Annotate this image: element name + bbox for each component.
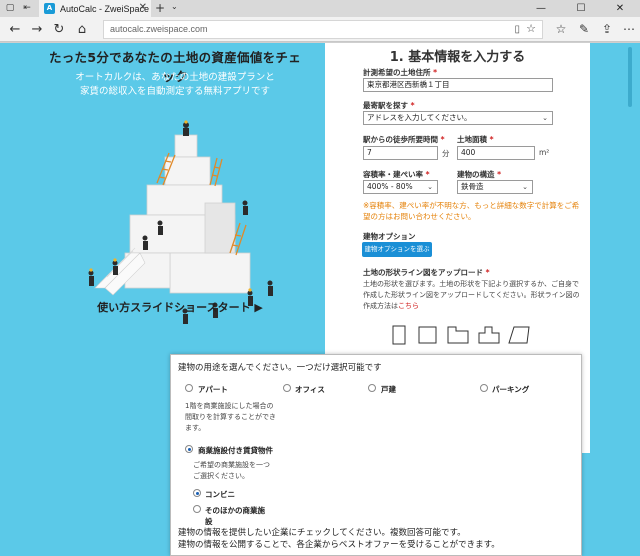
chevron-down-icon: ⌄ — [542, 114, 548, 122]
option-label: 建物オプション — [363, 232, 416, 241]
ratio-select[interactable]: 400% - 80% ⌄ — [363, 180, 438, 194]
window-close-button[interactable]: ✕ — [600, 0, 640, 17]
building-usage-popup: 建物の用途を選んでください。一つだけ選択可能です アパート オフィス 戸建 パー… — [170, 354, 582, 556]
share-icon[interactable]: ⇪ — [598, 21, 616, 38]
option-commercial-label[interactable]: 商業施設付き賃貸物件 — [198, 445, 273, 456]
land-area-unit: m² — [539, 148, 550, 157]
walk-time-label: 駅からの徒歩所要時間 * — [363, 135, 445, 144]
address-label: 計測希望の土地住所 * — [363, 68, 438, 77]
favicon-icon: A — [44, 3, 55, 14]
address-bar[interactable]: autocalc.zweispace.com ▯ ☆ — [103, 20, 543, 39]
new-tab-icon[interactable]: + — [155, 1, 165, 15]
slideshow-start-link[interactable]: 使い方スライドショースタート ▶ — [85, 299, 275, 315]
option-other-commercial-label[interactable]: そのほかの商業施設 — [205, 505, 265, 527]
shape-t-icon[interactable] — [478, 325, 500, 345]
company-check-instruction: 建物の情報を提供したい企業にチェックしてください。複数回答可能です。 — [178, 528, 466, 538]
chevron-down-icon: ⌄ — [522, 183, 528, 191]
commercial-note: ご希望の商業施設を一つご選択ください。 — [193, 461, 270, 480]
hero-subtitle-line2: 家賃の総収入を自動測定する無料アプリです — [79, 86, 270, 97]
more-menu-icon[interactable]: ⋯ — [620, 21, 638, 38]
tab-list-chevron-icon[interactable]: ⌄ — [171, 2, 178, 11]
scrollbar-thumb[interactable] — [628, 47, 632, 107]
walk-time-input[interactable]: 7 — [363, 146, 438, 160]
building-option-button[interactable]: 建物オプションを選ぶ — [362, 242, 432, 257]
land-area-label: 土地面積 * — [457, 135, 494, 144]
option-office-label[interactable]: オフィス — [295, 384, 325, 395]
tab-close-icon[interactable]: ✕ — [139, 2, 147, 13]
company-offer-note: 建物の情報を公開することで、各企業からベストオファーを受けることができます。 — [178, 540, 500, 550]
apartment-note: 1階を商業施設にした場合の間取りを計算することができます。 — [185, 402, 276, 432]
page-scrollbar[interactable] — [610, 43, 640, 556]
forward-arrow-icon[interactable]: → — [28, 21, 46, 38]
station-label: 最寄駅を探す * — [363, 101, 415, 110]
upload-description: 土地の形状を選びます。土地の形状を下記より選択するか、ご自身で作成した形状ライン… — [363, 280, 580, 310]
web-note-icon[interactable]: ✎ — [575, 21, 593, 38]
hub-favorites-icon[interactable]: ☆ — [552, 21, 570, 38]
form-title: 1. 基本情報を入力する — [389, 50, 526, 65]
chevron-down-icon: ⌄ — [427, 183, 433, 191]
structure-select[interactable]: 鉄骨造 ⌄ — [457, 180, 533, 194]
minimize-button[interactable]: — — [521, 0, 561, 17]
tab-preview-icon[interactable]: ▢ — [3, 2, 17, 15]
radio-apartment[interactable] — [185, 384, 193, 392]
radio-convenience-store[interactable] — [193, 489, 201, 497]
option-parking-label[interactable]: パーキング — [492, 384, 529, 395]
favorite-star-icon[interactable]: ☆ — [526, 21, 536, 38]
howto-link[interactable]: こちら — [398, 302, 419, 310]
hero-subtitle-line1: オートカルクは、あなたの土地の建設プランと — [75, 72, 275, 83]
back-arrow-icon[interactable]: ← — [6, 21, 24, 38]
radio-office[interactable] — [283, 384, 291, 392]
shape-square-icon[interactable] — [417, 325, 439, 345]
radio-parking[interactable] — [480, 384, 488, 392]
refresh-icon[interactable]: ↻ — [50, 21, 68, 38]
ratio-note: ※容積率、建ぺい率が不明な方、もっと詳細な数字で計算をご希望の方はお問い合わせく… — [363, 201, 580, 221]
option-apartment-label[interactable]: アパート — [198, 384, 228, 395]
radio-house[interactable] — [368, 384, 376, 392]
shape-trapezoid-icon[interactable] — [508, 325, 530, 345]
option-convenience-store-label[interactable]: コンビニ — [205, 489, 235, 500]
shape-notched-icon[interactable] — [447, 325, 469, 345]
page-content: たった5分であなたの土地の資産価値をチェック オートカルクは、あなたの土地の建設… — [0, 43, 640, 556]
home-icon[interactable]: ⌂ — [73, 21, 91, 38]
address-toolbar: ← → ↻ ⌂ autocalc.zweispace.com ▯ ☆ ☆ ✎ ⇪… — [0, 17, 640, 42]
reading-view-icon[interactable]: ▯ — [514, 21, 520, 38]
usage-question: 建物の用途を選んでください。一つだけ選択可能です — [178, 363, 382, 373]
url-text: autocalc.zweispace.com — [110, 24, 208, 34]
upload-label: 土地の形状ライン図をアップロード * — [363, 268, 490, 277]
option-house-label[interactable]: 戸建 — [381, 384, 396, 395]
address-input[interactable]: 東京都港区西新橋１丁目 — [363, 78, 553, 92]
tab-back-icon[interactable]: ⇤ — [20, 2, 34, 15]
radio-commercial[interactable] — [185, 445, 193, 453]
ratio-label: 容積率・建ぺい率 * — [363, 170, 430, 179]
radio-other-commercial[interactable] — [193, 505, 201, 513]
browser-tab-bar: ▢ ⇤ A AutoCalc - ZweiSpace ✕ + ⌄ — ☐ ✕ — [0, 0, 640, 17]
station-select[interactable]: アドレスを入力してください。 ⌄ — [363, 111, 553, 125]
maximize-button[interactable]: ☐ — [561, 0, 601, 17]
tab-title: AutoCalc - ZweiSpace — [60, 3, 150, 14]
shape-rectangle-tall-icon[interactable] — [388, 325, 410, 345]
walk-time-unit: 分 — [442, 149, 450, 158]
browser-tab-active[interactable]: A AutoCalc - ZweiSpace ✕ — [39, 0, 151, 17]
land-area-input[interactable]: 400 — [457, 146, 535, 160]
structure-label: 建物の構造 * — [457, 170, 502, 179]
